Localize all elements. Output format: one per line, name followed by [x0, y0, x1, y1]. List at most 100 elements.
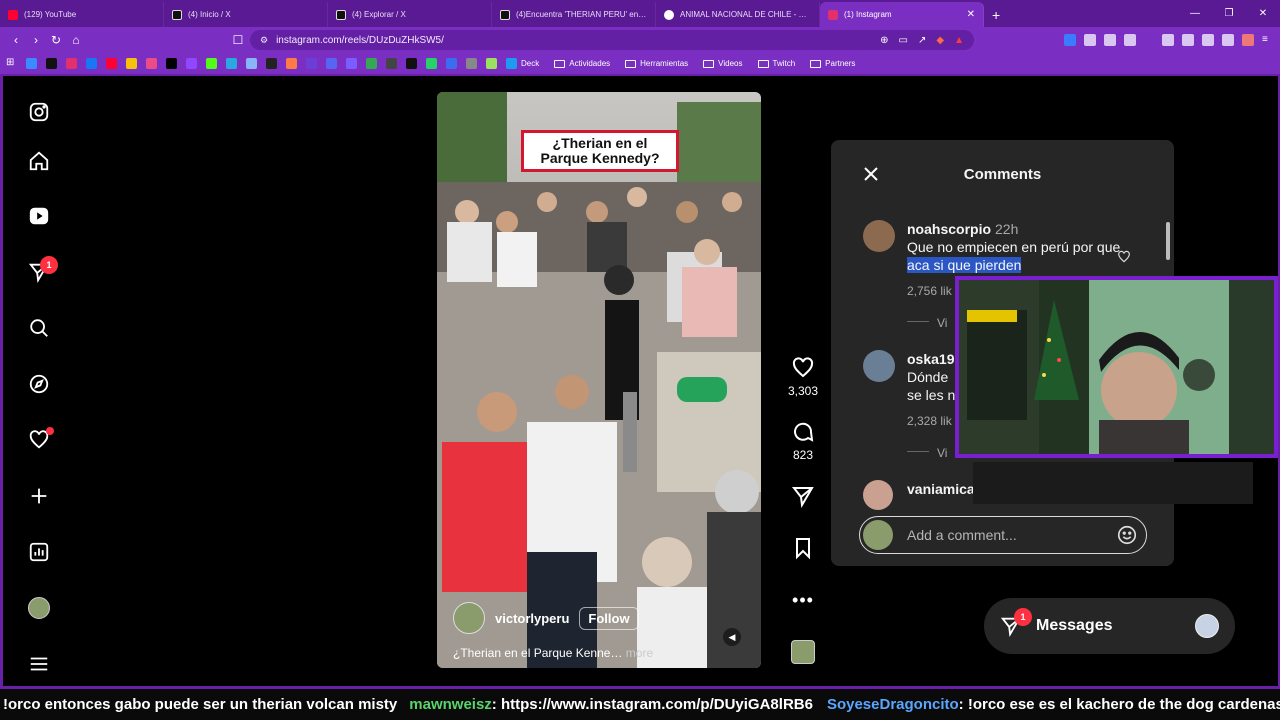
flag-icon[interactable]: [1242, 34, 1254, 46]
music-icon[interactable]: [1162, 34, 1174, 46]
folder-herramientas[interactable]: Herramientas: [625, 59, 688, 68]
comment-username[interactable]: noahscorpio: [907, 221, 991, 237]
extension-icon[interactable]: [1064, 34, 1076, 46]
reel-video[interactable]: ¿Therian en el Parque Kennedy? victorlyp…: [437, 92, 761, 668]
audio-thumbnail[interactable]: [791, 640, 815, 664]
bookmark-deck[interactable]: Deck: [506, 58, 539, 69]
bookmark-icon[interactable]: [366, 58, 377, 69]
dashboard-icon[interactable]: [27, 540, 51, 564]
close-window-icon[interactable]: ✕: [1246, 0, 1280, 27]
bookmark-icon[interactable]: ☐: [228, 33, 248, 47]
site-info-icon[interactable]: ⚙: [260, 35, 268, 46]
bookmark-icon[interactable]: [466, 58, 477, 69]
youtube-icon[interactable]: [106, 58, 117, 69]
menu-icon[interactable]: [27, 652, 51, 676]
bookmark-icon[interactable]: [226, 58, 237, 69]
comment-username[interactable]: oska199: [907, 351, 962, 367]
bookmark-icon[interactable]: [386, 58, 397, 69]
back-icon[interactable]: ‹: [6, 33, 26, 47]
brave-shield-icon[interactable]: ◆: [936, 35, 944, 46]
comments-scrollbar[interactable]: [1165, 212, 1171, 272]
bookmark-icon[interactable]: [146, 58, 157, 69]
tab-youtube[interactable]: (129) YouTube: [0, 2, 164, 27]
x-icon[interactable]: [166, 58, 177, 69]
discord-icon[interactable]: [326, 58, 337, 69]
twitch-icon[interactable]: [186, 58, 197, 69]
leo-icon[interactable]: [1202, 34, 1214, 46]
author-avatar[interactable]: [453, 602, 485, 634]
folder-partners[interactable]: Partners: [810, 59, 855, 68]
avatar[interactable]: [863, 480, 893, 510]
tab-google[interactable]: ANIMAL NACIONAL DE CHILE - Google: [656, 2, 820, 27]
like-button[interactable]: 3,303: [785, 356, 821, 398]
scrollbar-thumb[interactable]: [1166, 222, 1170, 260]
tab-x-inicio[interactable]: (4) Inicio / X: [164, 2, 328, 27]
instagram-logo-icon[interactable]: [27, 100, 51, 124]
folder-videos[interactable]: Videos: [703, 59, 743, 68]
bookmark-icon[interactable]: [346, 58, 357, 69]
new-tab-button[interactable]: +: [984, 2, 1008, 27]
comment-button[interactable]: 823: [785, 420, 821, 462]
facebook-icon[interactable]: [86, 58, 97, 69]
restore-icon[interactable]: ❐: [1212, 0, 1246, 27]
tiktok-icon[interactable]: [46, 58, 57, 69]
comment-input[interactable]: [907, 527, 1116, 543]
kick-icon[interactable]: [206, 58, 217, 69]
extension-icon[interactable]: [1104, 34, 1116, 46]
search-icon[interactable]: [27, 316, 51, 340]
share-button[interactable]: [785, 484, 821, 512]
more-link[interactable]: more: [626, 646, 653, 660]
bookmark-icon[interactable]: [126, 58, 137, 69]
apps-icon[interactable]: ⊞: [6, 58, 17, 69]
extension-icon[interactable]: [1084, 34, 1096, 46]
zoom-icon[interactable]: ⊕: [880, 35, 888, 46]
profile-avatar[interactable]: [27, 596, 51, 620]
menu-icon[interactable]: ≡: [1262, 34, 1272, 46]
messages-button[interactable]: 1 Messages: [984, 598, 1235, 654]
avatar[interactable]: [863, 220, 895, 252]
home-icon[interactable]: ⌂: [66, 33, 86, 47]
tab-x-explorar[interactable]: (4) Explorar / X: [328, 2, 492, 27]
tab-instagram[interactable]: (1) Instagram ✕: [820, 2, 984, 27]
url-text[interactable]: instagram.com/reels/DUzDuZHkSW5/: [276, 35, 870, 46]
bookmark-icon[interactable]: [306, 58, 317, 69]
explore-icon[interactable]: [27, 372, 51, 396]
vpn-icon[interactable]: [1222, 34, 1234, 46]
bookmark-icon[interactable]: [266, 58, 277, 69]
extension-icon[interactable]: [1124, 34, 1136, 46]
minimize-icon[interactable]: —: [1178, 0, 1212, 27]
address-bar[interactable]: ⚙ instagram.com/reels/DUzDuZHkSW5/ ⊕ ▭ ↗…: [250, 30, 974, 50]
more-options-icon[interactable]: •••: [785, 590, 821, 611]
reel-caption[interactable]: ¿Therian en el Parque Kenne… more: [453, 646, 753, 660]
rewards-icon[interactable]: ▲: [954, 35, 964, 46]
mute-icon[interactable]: ◀: [723, 628, 741, 646]
forward-icon[interactable]: ›: [26, 33, 46, 47]
bookmark-icon[interactable]: [486, 58, 497, 69]
whatsapp-icon[interactable]: [426, 58, 437, 69]
share-icon[interactable]: ↗: [918, 35, 926, 46]
author-username[interactable]: victorlyperu: [495, 611, 569, 626]
create-icon[interactable]: [27, 484, 51, 508]
bookmark-icon[interactable]: [26, 58, 37, 69]
comment-username[interactable]: vaniamicad: [907, 481, 983, 497]
bookmark-icon[interactable]: [246, 58, 257, 69]
close-tab-icon[interactable]: ✕: [967, 9, 975, 20]
folder-actividades[interactable]: Actividades: [554, 59, 610, 68]
bookmark-icon[interactable]: [446, 58, 457, 69]
emoji-icon[interactable]: [1116, 524, 1138, 546]
avatar[interactable]: [863, 350, 895, 382]
bookmark-icon[interactable]: [286, 58, 297, 69]
tab-tiktok[interactable]: (4)Encuentra 'THERIAN PERU' en TikTok: [492, 2, 656, 27]
reload-icon[interactable]: ↻: [46, 33, 66, 47]
folder-label: Videos: [718, 59, 743, 68]
reels-icon[interactable]: [27, 204, 51, 228]
bookmark-icon[interactable]: [406, 58, 417, 69]
save-button[interactable]: [785, 536, 821, 564]
folder-twitch[interactable]: Twitch: [757, 59, 795, 68]
wallet-icon[interactable]: [1182, 34, 1194, 46]
home-icon[interactable]: [27, 149, 51, 173]
cast-icon[interactable]: ▭: [899, 35, 908, 46]
instagram-icon[interactable]: [66, 58, 77, 69]
comment-like-icon[interactable]: [1117, 250, 1131, 264]
follow-button[interactable]: Follow: [579, 606, 639, 630]
